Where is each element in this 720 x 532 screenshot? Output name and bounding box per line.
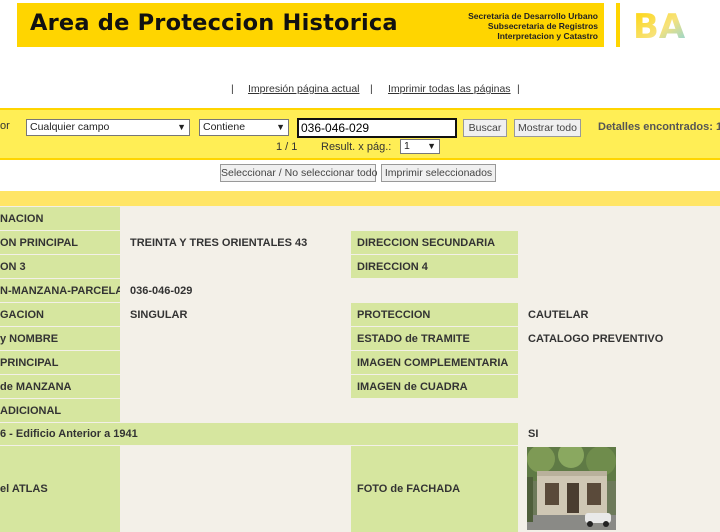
ba-logo: BA — [633, 7, 686, 41]
agency-line-1: Secretaria de Desarrollo Urbano — [468, 11, 598, 21]
field-label: PROTECCION — [351, 303, 518, 326]
separator: | — [370, 83, 373, 95]
separator: | — [231, 83, 234, 95]
agency-subtitle: Secretaria de Desarrollo Urbano Subsecre… — [468, 11, 598, 41]
field-select-value: Cualquier campo — [30, 121, 110, 133]
field-label: de MANZANA — [0, 375, 120, 398]
field-label: ON 3 — [0, 255, 120, 278]
ba-logo-text: BA — [633, 7, 686, 41]
field-value: CAUTELAR — [522, 303, 720, 326]
field-value: SINGULAR — [124, 303, 347, 326]
print-links: | Impresión página actual | Imprimir tod… — [0, 83, 720, 99]
operator-select-value: Contiene — [203, 121, 246, 133]
field-label: el ATLAS — [0, 446, 120, 532]
filter-label: or — [0, 120, 10, 132]
field-label: ADICIONAL — [0, 399, 120, 422]
chevron-down-icon: ▼ — [276, 122, 285, 132]
filter-bar: or Cualquier campo ▼ Contiene ▼ 036-046-… — [0, 108, 720, 160]
per-page-label: Result. x pág.: — [321, 141, 392, 153]
show-all-button[interactable]: Mostrar todo — [514, 119, 581, 137]
operator-select[interactable]: Contiene ▼ — [199, 119, 289, 136]
field-label: DIRECCION SECUNDARIA — [351, 231, 518, 254]
field-label: N-MANZANA-PARCELA — [0, 279, 120, 302]
field-label: FOTO de FACHADA — [351, 446, 518, 532]
section-stripe — [0, 191, 720, 206]
field-label: IMAGEN de CUADRA — [351, 375, 518, 398]
print-all-pages-link[interactable]: Imprimir todas las páginas — [388, 83, 511, 95]
print-current-page-link[interactable]: Impresión página actual — [248, 83, 360, 95]
field-value: CATALOGO PREVENTIVO — [522, 327, 720, 350]
field-label: IMAGEN COMPLEMENTARIA — [351, 351, 518, 374]
field-select[interactable]: Cualquier campo ▼ — [26, 119, 190, 136]
field-label: PRINCIPAL — [0, 351, 120, 374]
search-button[interactable]: Buscar — [463, 119, 507, 137]
field-label: y NOMBRE — [0, 327, 120, 350]
field-label: GACION — [0, 303, 120, 326]
page-title: Area de Proteccion Historica — [30, 10, 398, 36]
per-page-value: 1 — [404, 140, 410, 152]
header-banner: Area de Proteccion Historica Secretaria … — [17, 3, 604, 47]
header-divider — [616, 3, 620, 47]
field-value: TREINTA Y TRES ORIENTALES 43 — [124, 231, 347, 254]
agency-line-3: Interpretacion y Catastro — [497, 31, 598, 41]
field-label: ESTADO de TRAMITE — [351, 327, 518, 350]
field-value: 036-046-029 — [124, 279, 347, 302]
separator: | — [517, 83, 520, 95]
field-label: DIRECCION 4 — [351, 255, 518, 278]
per-page-select[interactable]: 1 ▼ — [400, 139, 440, 154]
print-selected-button[interactable]: Imprimir seleccionados — [381, 164, 496, 182]
facade-photo[interactable] — [527, 447, 616, 530]
field-label: NACION — [0, 207, 120, 230]
page-indicator: 1 / 1 — [276, 141, 298, 153]
field-value: SI — [522, 423, 720, 445]
results-found: Detalles encontrados: 1 — [598, 121, 720, 133]
select-toggle-button[interactable]: Seleccionar / No seleccionar todo — [220, 164, 377, 182]
field-label: 6 - Edificio Anterior a 1941 — [0, 423, 518, 445]
chevron-down-icon: ▼ — [177, 122, 186, 132]
agency-line-2: Subsecretaria de Registros — [487, 21, 598, 31]
chevron-down-icon: ▼ — [427, 141, 436, 151]
field-label: ON PRINCIPAL — [0, 231, 120, 254]
search-input[interactable]: 036-046-029 — [297, 118, 457, 138]
